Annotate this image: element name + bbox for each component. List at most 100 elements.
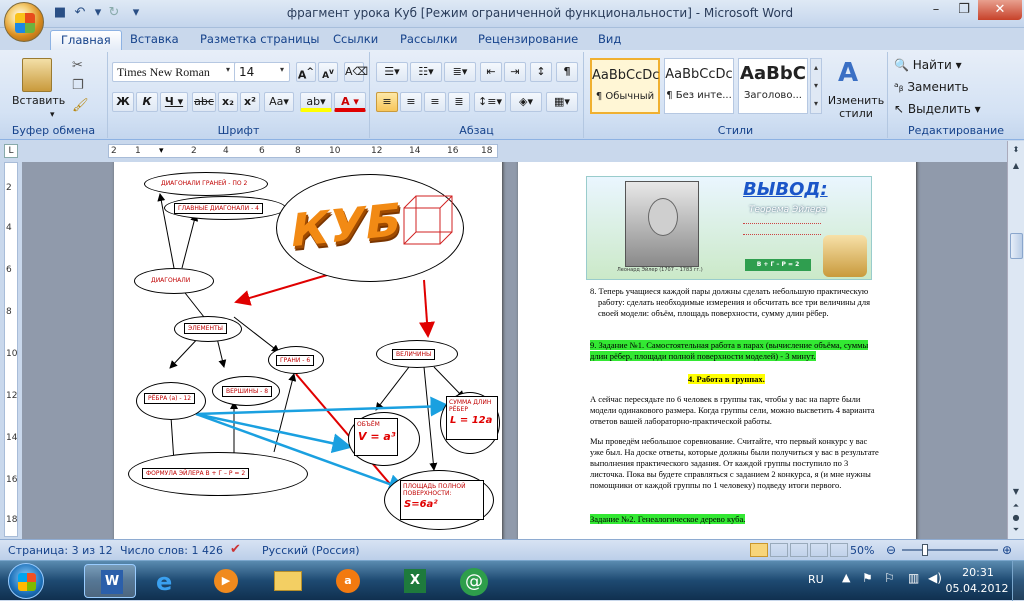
tab-references[interactable]: Ссылки bbox=[323, 30, 388, 50]
highlight-icon[interactable]: ab▾ bbox=[300, 92, 332, 112]
paragraph-9[interactable]: 9. Задание №1. Самостоятельная работа в … bbox=[590, 340, 880, 362]
print-layout-icon[interactable] bbox=[750, 543, 768, 557]
next-page-icon[interactable]: ⏷ bbox=[1010, 525, 1022, 537]
paragraph-groups[interactable]: А сейчас пересядьте по 6 человек в групп… bbox=[590, 394, 880, 427]
redo-icon[interactable]: ↻ bbox=[106, 5, 122, 21]
volume-icon[interactable]: ◀) bbox=[928, 571, 942, 585]
action-center-icon[interactable]: ⚐ bbox=[884, 571, 895, 585]
customize-qat-icon[interactable]: ▾ bbox=[128, 5, 144, 21]
clock-date[interactable]: 05.04.2012 bbox=[944, 582, 1010, 595]
styles-scroll[interactable]: ▴ ▾ ▾ bbox=[810, 58, 822, 114]
maximize-button[interactable]: ❐ bbox=[950, 0, 978, 20]
style-no-spacing[interactable]: AaBbCcDc ¶ Без инте... bbox=[664, 58, 734, 114]
full-screen-reading-icon[interactable] bbox=[770, 543, 788, 557]
taskbar-ie[interactable]: e bbox=[142, 564, 194, 598]
paragraph-task2[interactable]: Задание №2. Генеалогическое дерево куба. bbox=[590, 514, 880, 525]
align-right-icon[interactable]: ≡ bbox=[424, 92, 446, 112]
font-name-select[interactable]: Times New Roman bbox=[112, 62, 238, 82]
draft-icon[interactable] bbox=[830, 543, 848, 557]
zoom-in-icon[interactable]: ⊕ bbox=[1002, 543, 1012, 557]
keyboard-language[interactable]: RU bbox=[808, 573, 824, 586]
subscript-icon[interactable]: x₂ bbox=[218, 92, 238, 112]
split-box[interactable]: ⬍ bbox=[1010, 145, 1022, 157]
superscript-icon[interactable]: x² bbox=[240, 92, 260, 112]
save-icon[interactable]: ■ bbox=[52, 5, 68, 21]
borders-icon[interactable]: ▦▾ bbox=[546, 92, 578, 112]
scroll-up-icon[interactable]: ▲ bbox=[1010, 161, 1022, 173]
taskbar-media[interactable]: ▶ bbox=[200, 564, 252, 598]
clock-time[interactable]: 20:31 bbox=[950, 566, 1006, 579]
increase-indent-icon[interactable]: ⇥ bbox=[504, 62, 526, 82]
multilevel-list-icon[interactable]: ≣▾ bbox=[444, 62, 476, 82]
bullets-icon[interactable]: ☰▾ bbox=[376, 62, 408, 82]
tray-arrow-icon[interactable]: ▲ bbox=[842, 571, 850, 584]
style-normal[interactable]: AaBbCcDc ¶ Обычный bbox=[590, 58, 660, 114]
copy-icon[interactable]: ❐ bbox=[72, 78, 84, 93]
cut-icon[interactable]: ✂ bbox=[72, 58, 83, 73]
paragraph-contest[interactable]: Мы проведём небольшое соревнование. Счит… bbox=[590, 436, 880, 491]
justify-icon[interactable]: ≣ bbox=[448, 92, 470, 112]
language-indicator[interactable]: Русский (Россия) bbox=[262, 544, 360, 557]
outline-icon[interactable] bbox=[810, 543, 828, 557]
zoom-slider[interactable] bbox=[902, 549, 998, 551]
taskbar-avast[interactable]: a bbox=[322, 564, 374, 598]
close-button[interactable]: ✕ bbox=[978, 0, 1022, 20]
sort-icon[interactable]: ↕ bbox=[530, 62, 552, 82]
paste-button[interactable]: Вставить bbox=[12, 94, 65, 107]
page-count[interactable]: Страница: 3 из 12 bbox=[8, 544, 113, 557]
taskbar-excel[interactable]: X bbox=[388, 564, 440, 598]
show-marks-icon[interactable]: ¶ bbox=[556, 62, 578, 82]
decrease-indent-icon[interactable]: ⇤ bbox=[480, 62, 502, 82]
page-text[interactable]: Леонард Эйлер (1707 – 1783 гг.) ВЫВОД: Т… bbox=[518, 162, 916, 539]
heading-group-work[interactable]: 4. Работа в группах. bbox=[688, 374, 765, 385]
scroll-down-icon[interactable]: ▼ bbox=[1010, 487, 1022, 499]
tray-app-icon[interactable]: ⚑ bbox=[862, 571, 873, 585]
scroll-thumb[interactable] bbox=[1010, 233, 1023, 259]
taskbar-word[interactable]: W bbox=[84, 564, 136, 598]
format-painter-icon[interactable]: 🖌 bbox=[72, 98, 89, 113]
minimize-button[interactable]: – bbox=[922, 0, 950, 20]
taskbar-explorer[interactable] bbox=[262, 564, 314, 598]
start-button[interactable] bbox=[8, 563, 44, 599]
spellcheck-icon[interactable]: ✔ bbox=[230, 542, 241, 557]
office-button[interactable] bbox=[4, 2, 44, 42]
taskbar-agent[interactable]: @ bbox=[448, 564, 500, 598]
shrink-font-icon[interactable]: Av bbox=[318, 62, 338, 82]
style-heading[interactable]: AaBbC Заголово... bbox=[738, 58, 808, 114]
undo-dropdown-icon[interactable]: ▾ bbox=[90, 5, 106, 21]
paste-icon[interactable] bbox=[22, 58, 52, 92]
tab-view[interactable]: Вид bbox=[588, 30, 631, 50]
line-spacing-icon[interactable]: ↕≡▾ bbox=[474, 92, 506, 112]
font-color-icon[interactable]: A ▾ bbox=[334, 92, 366, 112]
paragraph-8[interactable]: 8. Теперь учащиеся каждой пары должны сд… bbox=[590, 286, 870, 319]
numbering-icon[interactable]: ☷▾ bbox=[410, 62, 442, 82]
web-layout-icon[interactable] bbox=[790, 543, 808, 557]
bold-icon[interactable]: Ж bbox=[112, 92, 134, 112]
show-desktop-button[interactable] bbox=[1012, 561, 1024, 601]
underline-icon[interactable]: Ч ▾ bbox=[160, 92, 188, 112]
grow-font-icon[interactable]: A^ bbox=[296, 62, 316, 82]
replace-button[interactable]: ᵃᵦ Заменить bbox=[894, 80, 969, 94]
word-count[interactable]: Число слов: 1 426 bbox=[120, 544, 223, 557]
tab-page-layout[interactable]: Разметка страницы bbox=[190, 30, 329, 50]
vertical-scrollbar[interactable]: ⬍ ▲ ▼ ⏶ ● ⏷ bbox=[1007, 141, 1024, 539]
strikethrough-icon[interactable]: abc bbox=[192, 92, 216, 112]
align-center-icon[interactable]: ≡ bbox=[400, 92, 422, 112]
change-styles-icon[interactable]: A bbox=[838, 58, 858, 88]
tab-review[interactable]: Рецензирование bbox=[468, 30, 588, 50]
zoom-level[interactable]: 50% bbox=[850, 544, 874, 557]
change-case-icon[interactable]: Aa▾ bbox=[264, 92, 294, 112]
select-browse-object-icon[interactable]: ● bbox=[1010, 513, 1022, 525]
zoom-slider-thumb[interactable] bbox=[922, 544, 928, 556]
prev-page-icon[interactable]: ⏶ bbox=[1010, 501, 1022, 513]
zoom-out-icon[interactable]: ⊖ bbox=[886, 543, 896, 557]
italic-icon[interactable]: К bbox=[136, 92, 158, 112]
horizontal-ruler[interactable]: 2 1 ▾ 2 4 6 8 10 12 14 16 18 bbox=[108, 144, 498, 158]
clear-format-icon[interactable]: A⌫ bbox=[344, 62, 368, 82]
select-button[interactable]: ↖ Выделить ▾ bbox=[894, 102, 981, 116]
change-styles-button[interactable]: Изменить стили bbox=[824, 94, 888, 120]
vertical-ruler[interactable]: 2 4 6 8 10 12 14 16 18 bbox=[4, 162, 18, 537]
page-diagram[interactable]: ДИАГОНАЛИ ГРАНЕЙ - ПО 2 ГЛАВНЫЕ ДИАГОНАЛ… bbox=[114, 162, 502, 539]
tab-home[interactable]: Главная bbox=[50, 30, 122, 50]
align-left-icon[interactable]: ≡ bbox=[376, 92, 398, 112]
